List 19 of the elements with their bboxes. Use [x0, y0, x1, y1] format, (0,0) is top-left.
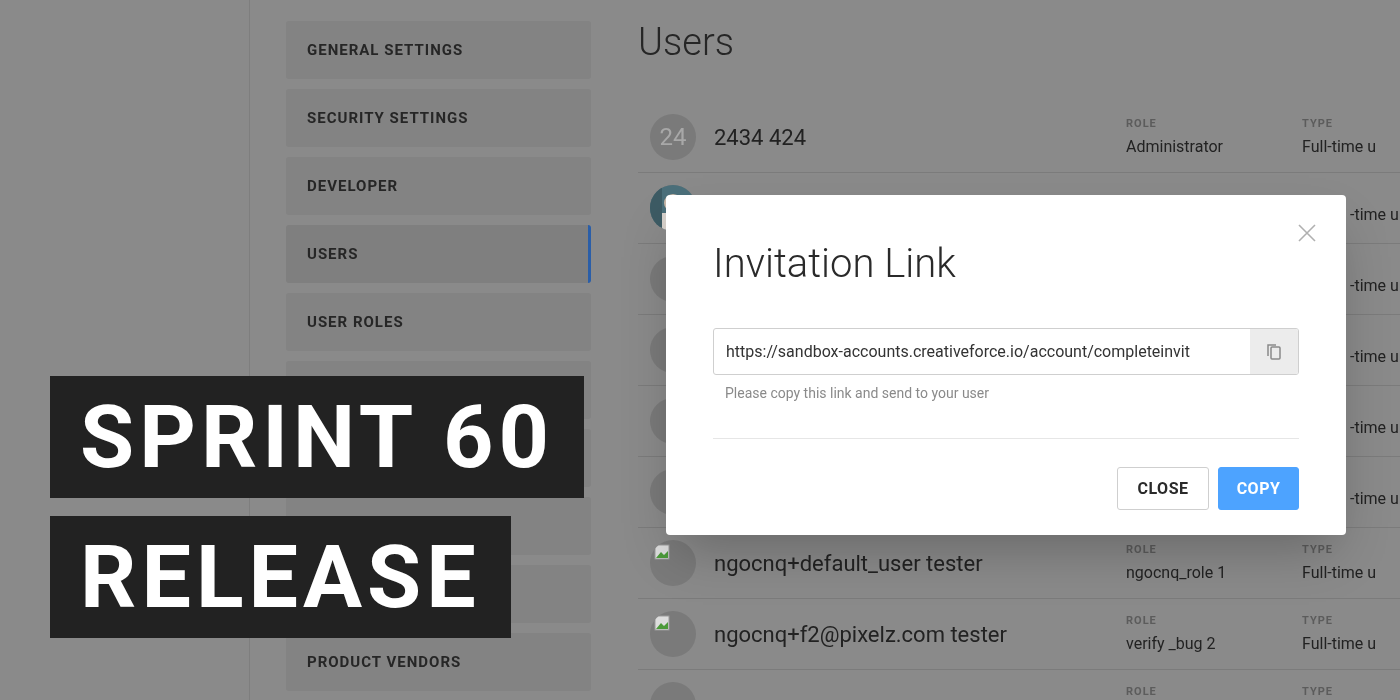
type-value: Full-time u [1302, 561, 1377, 584]
user-name: ngocnq+f2@pixelz.com tester [714, 620, 1007, 649]
type-value: -time u [1349, 417, 1399, 439]
type-value: Full-time u [1302, 135, 1377, 158]
title-banner-overlay: SPRINT 60 [50, 376, 584, 498]
role-value: Administrator [1126, 135, 1225, 158]
dialog-title: Invitation Link [713, 239, 957, 289]
hint-text: Please copy this link and send to your user [724, 384, 990, 403]
type-value: -time u [1349, 275, 1399, 297]
type-value: Full-time u [1302, 632, 1377, 655]
page-title: Users [638, 19, 735, 66]
type-value: -time u [1349, 204, 1399, 226]
type-value: -time u [1349, 488, 1399, 510]
title-banner-overlay: RELEASE [50, 516, 511, 638]
role-value: verify _bug 2 [1126, 632, 1217, 655]
user-name: ngocnq+default_user tester [714, 549, 983, 578]
user-name: 2434 424 [714, 123, 806, 152]
role-value: ngocnq_role 1 [1126, 561, 1228, 584]
type-value: -time u [1349, 346, 1399, 368]
